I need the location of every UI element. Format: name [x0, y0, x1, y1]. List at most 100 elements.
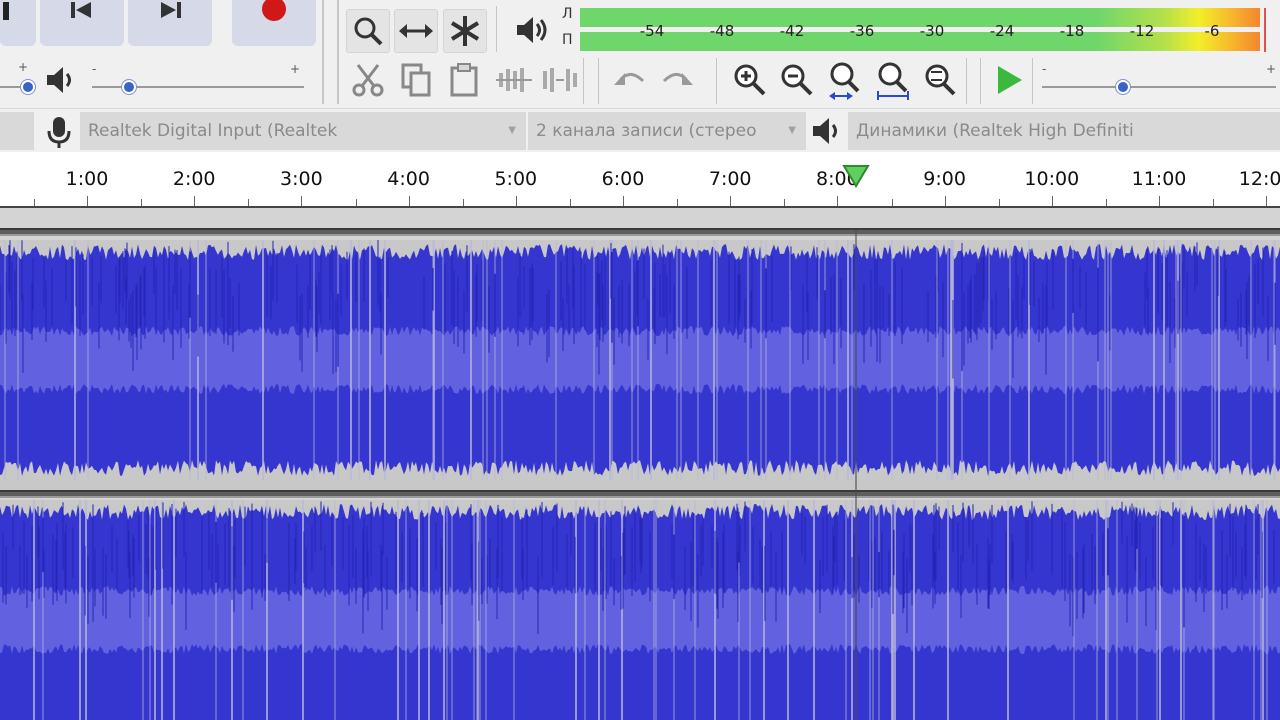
multi-tool-button[interactable] [443, 9, 487, 53]
playback-minus-sign: - [92, 62, 97, 76]
meter-tick-label: -18 [1059, 22, 1085, 40]
meter-channel-right-label: П [562, 32, 573, 48]
playback-plus-sign: + [290, 62, 301, 76]
meter-peak-indicator [1264, 8, 1266, 52]
playback-volume-slider[interactable] [122, 80, 136, 94]
fit-project-button[interactable] [871, 58, 915, 102]
zoom-tool-button[interactable] [346, 9, 390, 53]
host-combo[interactable] [0, 112, 34, 150]
toolbar-separator [583, 58, 584, 104]
audio-track[interactable] [0, 208, 1280, 720]
skip-to-start-button[interactable] [40, 0, 124, 46]
play-speed-slider[interactable] [1115, 80, 1130, 94]
play-head-marker[interactable] [842, 164, 870, 188]
fit-selection-icon [829, 62, 860, 100]
timeline-tick [730, 196, 732, 206]
timeline-tick [1213, 199, 1215, 206]
fit-project-icon [877, 62, 909, 100]
paste-icon [450, 63, 478, 97]
volume-plus-sign: + [18, 60, 29, 74]
timeline-tick [570, 199, 571, 206]
output-device-combo[interactable]: Динамики (Realtek High Definiti [848, 112, 1280, 150]
timeline-tick [837, 196, 839, 206]
timeline-tick [998, 199, 1000, 206]
meter-tick-label: -48 [709, 22, 735, 40]
waveform-channel-left[interactable] [0, 240, 1280, 492]
speed-plus-sign: + [1266, 62, 1277, 76]
time-shift-icon [399, 24, 433, 38]
recording-volume-slider[interactable] [21, 80, 35, 94]
input-device-combo[interactable]: Realtek Digital Input (Realtek ▼ [80, 112, 526, 150]
paste-button[interactable] [442, 58, 486, 102]
playback-meter-button[interactable] [510, 8, 554, 52]
zoom-toggle-button[interactable] [918, 58, 962, 102]
pause-button[interactable] [0, 0, 36, 46]
output-device-value: Динамики (Realtek High Definiti [856, 121, 1134, 141]
meter-tick-label: -54 [639, 22, 665, 40]
zoom-tool-icon [354, 17, 383, 46]
toolbar-separator [496, 6, 497, 52]
input-device-value: Realtek Digital Input (Realtek [88, 121, 338, 141]
timeline-tick [194, 196, 196, 206]
multi-tool-icon [450, 16, 480, 46]
skip-to-end-button[interactable] [128, 0, 212, 46]
device-toolbar: Realtek Digital Input (Realtek ▼ 2 канал… [0, 108, 1280, 152]
waveform-left [0, 240, 1280, 480]
meter-tick-label: -24 [989, 22, 1015, 40]
timeline-tick [87, 196, 88, 206]
timeline-label: 7:00 [708, 168, 752, 190]
speaker-icon [517, 17, 547, 43]
record-button[interactable] [232, 0, 316, 46]
timeline-tick [623, 196, 624, 206]
toolbar-separator [337, 58, 338, 104]
toolbar-separator [322, 0, 324, 104]
trim-button[interactable] [492, 58, 536, 102]
cut-button[interactable] [346, 58, 390, 102]
undo-button[interactable] [608, 58, 652, 102]
timeline-tick [944, 196, 946, 206]
toolbar-separator [598, 58, 599, 104]
zoom-toggle-icon [925, 64, 956, 96]
zoom-out-button[interactable] [775, 58, 819, 102]
chevron-down-icon: ▼ [788, 125, 796, 136]
time-shift-tool-button[interactable] [394, 9, 438, 53]
redo-icon [662, 73, 693, 85]
timeline-ruler[interactable]: 1:00 2:00 3:00 4:00 5:00 6:00 7:00 8:00 9:00 10:0… [0, 152, 1280, 208]
meter-channel-left-label: Л [562, 6, 573, 22]
fit-selection-button[interactable] [823, 58, 867, 102]
trim-icon [496, 68, 532, 92]
timeline-label: 12:00 [1238, 168, 1280, 190]
timeline-tick [34, 199, 35, 206]
silence-icon [543, 68, 577, 92]
redo-button[interactable] [655, 58, 699, 102]
microphone-icon [47, 117, 71, 148]
timeline-label: 11:00 [1131, 168, 1187, 190]
timeline-label: 10:00 [1024, 168, 1080, 190]
copy-button[interactable] [394, 58, 438, 102]
skip-to-end-icon [161, 2, 181, 18]
zoom-in-button[interactable] [728, 58, 772, 102]
timeline-tick [1266, 196, 1268, 206]
play-speed-track[interactable] [1042, 86, 1276, 88]
play-at-speed-button[interactable] [986, 58, 1030, 102]
toolbar-separator [966, 58, 967, 104]
speed-minus-sign: - [1042, 62, 1047, 76]
timeline-tick [891, 199, 893, 206]
speaker-icon [813, 118, 837, 144]
waveform-rms [0, 326, 1280, 394]
waveform-channel-right[interactable] [0, 500, 1280, 720]
play-at-speed-icon [998, 66, 1022, 94]
channels-combo[interactable]: 2 канала записи (стерео ▼ [528, 112, 806, 150]
timeline-label: 9:00 [923, 168, 966, 190]
playback-meter[interactable]: -54 -48 -42 -36 -30 -24 -18 -12 -6 [580, 8, 1280, 52]
chevron-down-icon: ▼ [508, 125, 516, 136]
timeline-tick [1159, 196, 1160, 206]
timeline-label: 2:00 [172, 168, 216, 190]
silence-button[interactable] [538, 58, 582, 102]
toolbar-separator [716, 58, 717, 104]
toolbar-separator [1032, 58, 1033, 104]
timeline-tick [677, 199, 679, 206]
audacity-window: + - + -54 -48 -42 -36 -30 -24 -18 -12 -6… [0, 0, 1280, 720]
zoom-out-icon [781, 64, 813, 96]
meter-tick-label: -36 [849, 22, 875, 40]
